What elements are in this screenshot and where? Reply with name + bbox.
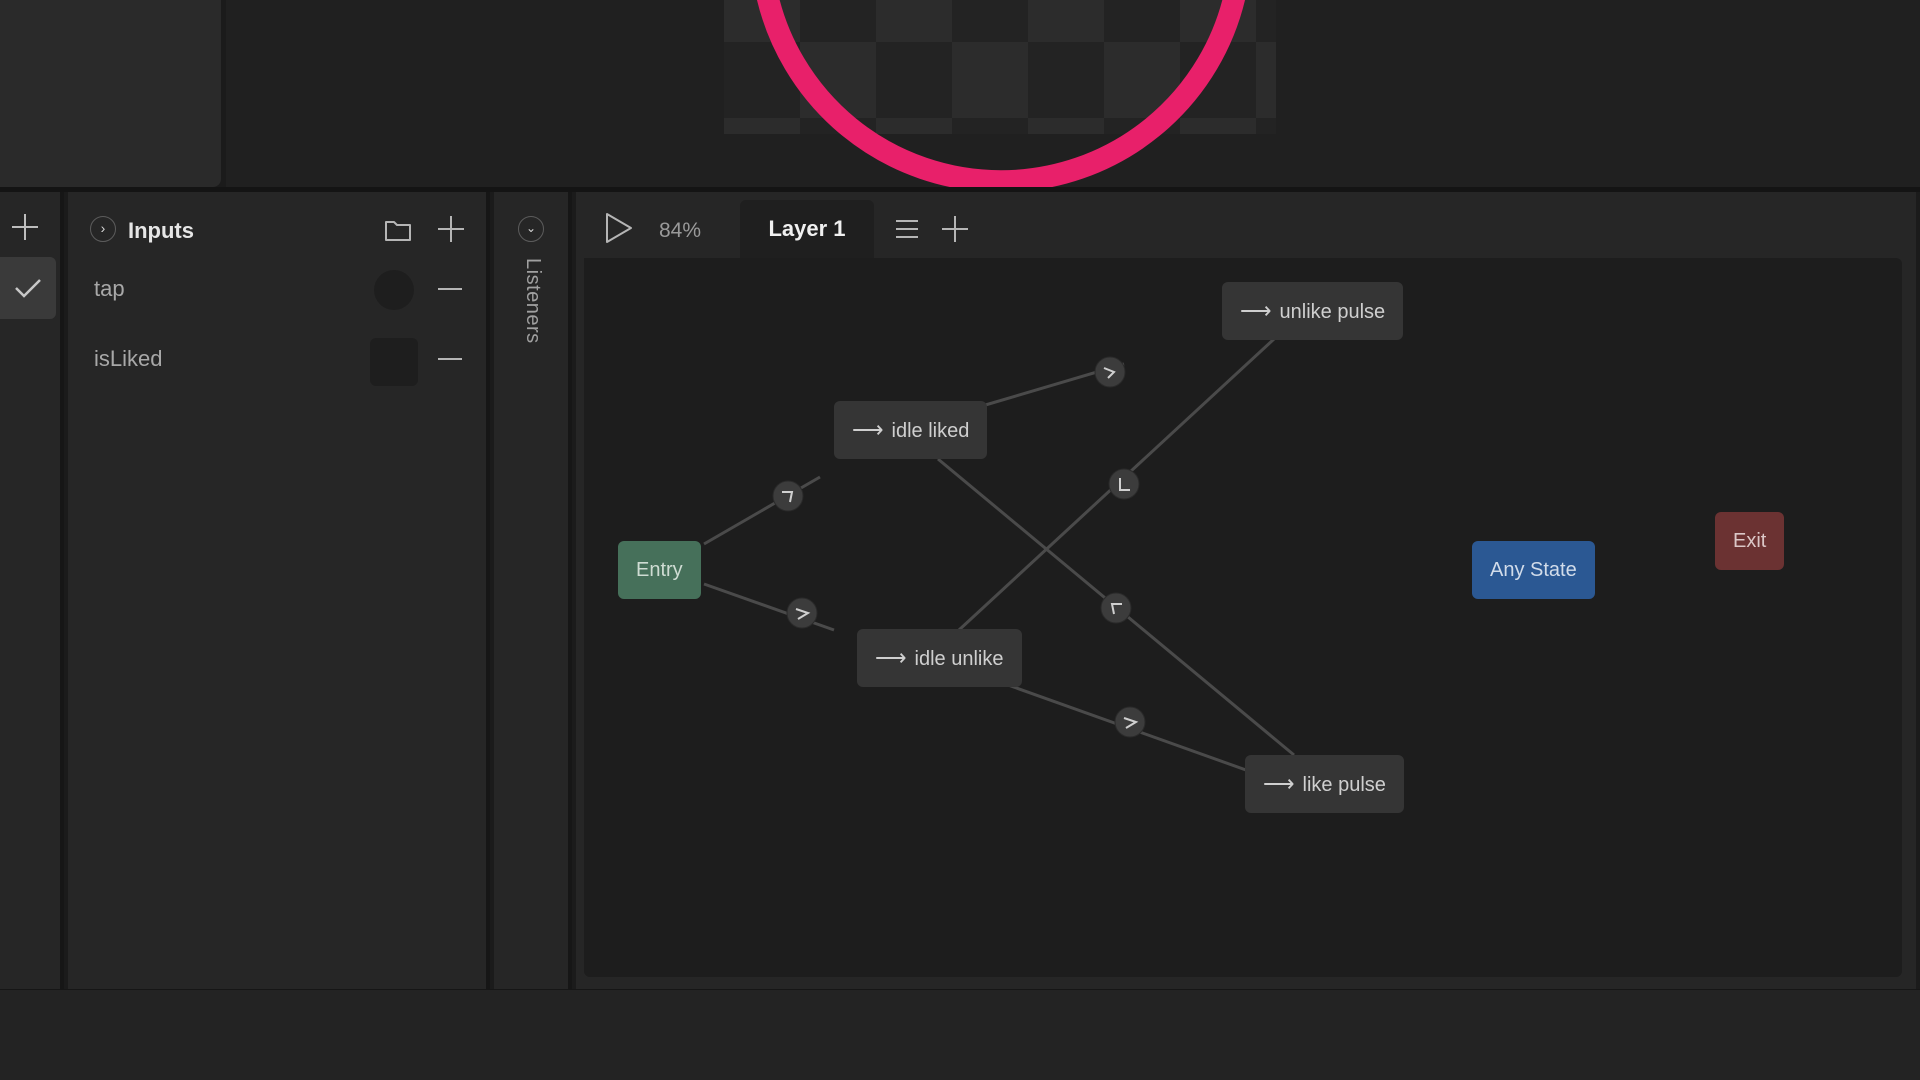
input-row-tap[interactable]: tap [68, 260, 486, 320]
trigger-button[interactable] [374, 270, 414, 310]
arrow-right-icon: ⟶ [852, 417, 884, 442]
add-input-button[interactable] [438, 216, 464, 242]
exit-node[interactable]: Exit [1715, 512, 1785, 570]
transition-marker[interactable] [772, 480, 804, 512]
any-state-node[interactable]: Any State [1472, 541, 1595, 599]
input-label[interactable]: tap [94, 276, 125, 302]
state-idle-unlike[interactable]: ⟶ idle unlike [857, 629, 1022, 687]
chevron-right-icon[interactable]: › [90, 216, 116, 242]
plus-icon[interactable] [12, 214, 38, 240]
play-button[interactable] [604, 212, 634, 249]
transition-marker[interactable] [1100, 592, 1132, 624]
add-layer-button[interactable] [942, 216, 968, 242]
transition-links [703, 337, 1295, 787]
transition-line[interactable] [703, 475, 821, 546]
folder-icon[interactable] [384, 218, 412, 247]
input-row-isliked[interactable]: isLiked [68, 330, 486, 390]
any-state-label: Any State [1490, 559, 1577, 581]
graph-canvas[interactable]: Entry ⟶ idle liked ⟶ idle unlike ⟶ unlike p… [584, 258, 1902, 977]
exit-label: Exit [1733, 530, 1767, 552]
listeners-panel: ⌄ Listeners [494, 192, 572, 989]
inputs-title: Inputs [128, 218, 194, 243]
minus-icon[interactable] [438, 358, 462, 360]
graph-toolbar: 84% Layer 1 [576, 192, 1916, 258]
transition-marker[interactable] [1108, 468, 1140, 500]
menu-icon[interactable] [896, 220, 918, 238]
tab-layer-1[interactable]: Layer 1 [740, 200, 874, 258]
bottom-bar [0, 989, 1920, 1080]
inputs-header: › Inputs [68, 192, 486, 264]
artboard-preview-graphic [724, 0, 1276, 193]
state-label: like pulse [1302, 774, 1386, 796]
artboard-preview[interactable] [226, 0, 1920, 193]
state-label: unlike pulse [1279, 301, 1386, 323]
state-label: idle liked [891, 420, 970, 442]
state-machine-panel: 84% Layer 1 Entry ⟶ idle liked ⟶ idle un… [576, 192, 1916, 989]
check-icon [15, 279, 41, 298]
play-icon [606, 213, 632, 243]
input-label[interactable]: isLiked [94, 346, 162, 372]
chevron-down-icon[interactable]: ⌄ [518, 216, 544, 242]
arrow-right-icon: ⟶ [1240, 298, 1272, 323]
transition-marker[interactable] [786, 597, 818, 629]
zoom-level[interactable]: 84% [659, 219, 701, 243]
transition-marker[interactable] [1114, 706, 1146, 738]
arrow-right-icon: ⟶ [875, 645, 907, 670]
left-tool-strip [0, 192, 64, 989]
entry-node[interactable]: Entry [618, 541, 701, 599]
state-like-pulse[interactable]: ⟶ like pulse [1245, 755, 1404, 813]
minus-icon[interactable] [438, 288, 462, 290]
state-label: idle unlike [914, 648, 1004, 670]
listeners-label[interactable]: Listeners [521, 258, 544, 344]
transition-marker[interactable] [1094, 356, 1126, 388]
app-root: › Inputs tap isLiked ⌄ Listeners 84% Lay… [0, 0, 1920, 1080]
top-left-panel [0, 0, 221, 187]
folder-icon-graphic [385, 221, 411, 241]
inputs-panel: › Inputs tap isLiked [68, 192, 490, 989]
state-unlike-pulse[interactable]: ⟶ unlike pulse [1222, 282, 1404, 340]
arrow-right-icon: ⟶ [1263, 771, 1295, 796]
state-idle-liked[interactable]: ⟶ idle liked [834, 401, 988, 459]
check-button[interactable] [0, 257, 56, 319]
boolean-checkbox[interactable] [370, 338, 418, 386]
entry-label: Entry [636, 559, 683, 581]
